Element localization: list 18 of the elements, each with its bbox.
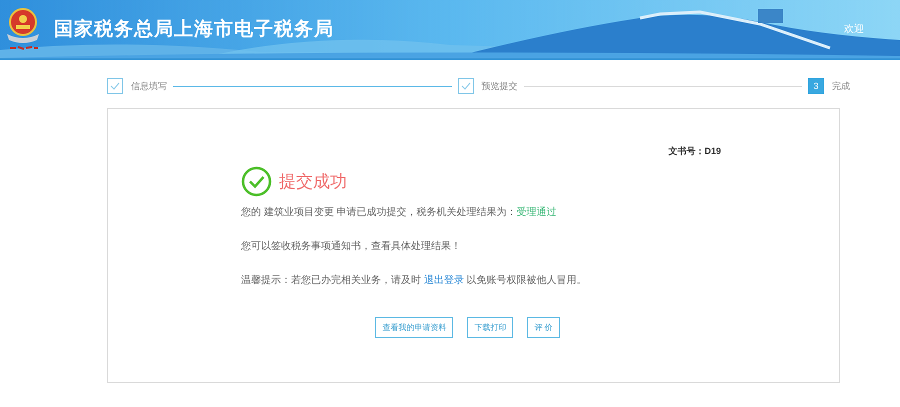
action-button[interactable]: 评 价 xyxy=(527,317,560,338)
step-label: 完成 xyxy=(832,80,850,92)
tip-text: 温馨提示：若您已办完相关业务，请及时 退出登录 以免账号权限被他人冒用。 xyxy=(241,274,588,287)
check-icon xyxy=(458,78,474,94)
step-label: 预览提交 xyxy=(482,80,518,92)
step-label: 信息填写 xyxy=(131,80,167,92)
site-title: 国家税务总局上海市电子税务局 xyxy=(54,18,334,42)
check-icon xyxy=(107,78,123,94)
action-button[interactable]: 下载打印 xyxy=(467,317,514,338)
action-button[interactable]: 查看我的申请资料 xyxy=(375,317,454,338)
success-check-icon xyxy=(241,166,272,197)
notice-text: 您可以签收税务事项通知书，查看具体处理结果！ xyxy=(241,240,462,253)
welcome-text: 欢迎 xyxy=(844,22,864,36)
result-message: 您的 建筑业项目变更 申请已成功提交，税务机关处理结果为：受理通过 xyxy=(241,206,558,219)
step-number: 3 xyxy=(808,78,824,94)
document-number: 文书号：D19 xyxy=(668,145,721,158)
logout-link[interactable]: 退出登录 xyxy=(424,275,464,286)
success-title: 提交成功 xyxy=(279,171,347,193)
